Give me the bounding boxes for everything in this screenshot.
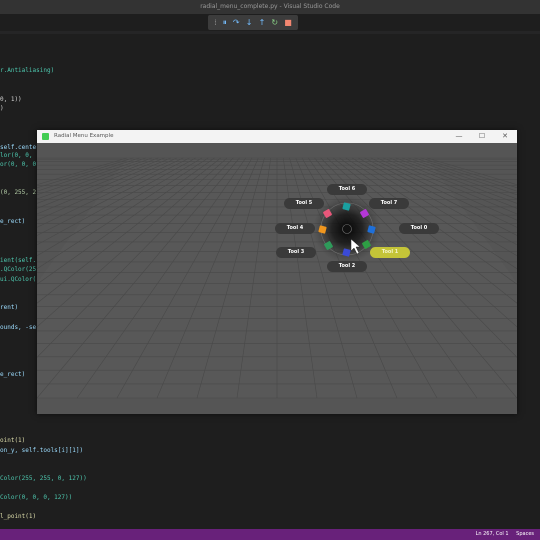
app-title-bar: Radial Menu Example — ☐ ✕ — [37, 130, 517, 143]
tool-4-button[interactable]: Tool 4 — [275, 223, 315, 234]
code-line: Color(255, 255, 0, 127)) — [0, 475, 87, 482]
app-window-title: Radial Menu Example — [54, 133, 114, 139]
code-line: oint(1) — [0, 437, 26, 444]
3d-viewport[interactable]: Tool 0 Tool 1 Tool 2 Tool 3 Tool 4 Tool 5 Tool… — [37, 143, 517, 414]
maximize-button[interactable]: ☐ — [472, 130, 492, 143]
radial-menu-window: Radial Menu Example — ☐ ✕ Tool 0 Tool 1 To… — [37, 130, 517, 414]
tool-3-button[interactable]: Tool 3 — [276, 247, 316, 258]
tool-7-button[interactable]: Tool 7 — [369, 198, 409, 209]
code-line: 0, 1)) — [0, 96, 22, 103]
tool-6-button[interactable]: Tool 6 — [327, 184, 367, 195]
grid-floor — [37, 143, 517, 414]
tool-1-button[interactable]: Tool 1 — [370, 247, 410, 258]
step-out-icon[interactable]: ↑ — [259, 18, 266, 27]
close-button[interactable]: ✕ — [495, 130, 515, 143]
indentation-setting[interactable]: Spaces — [516, 531, 534, 537]
code-line: e_rect) — [0, 218, 26, 225]
debug-toolbar: ⁞ ⏸ ↷ ↓ ↑ ↻ ■ — [208, 15, 298, 30]
title-bar: radial_menu_complete.py - Visual Studio … — [0, 0, 540, 14]
pause-icon[interactable]: ⏸ — [223, 18, 227, 27]
code-line: lor(0, 0, — [0, 152, 33, 159]
cursor-position[interactable]: Ln 267, Col 1 — [476, 531, 509, 537]
tool-2-button[interactable]: Tool 2 — [327, 261, 367, 272]
step-into-icon[interactable]: ↓ — [246, 18, 253, 27]
step-over-icon[interactable]: ↷ — [233, 18, 240, 27]
stop-icon[interactable]: ■ — [284, 18, 292, 27]
code-line: (0, 255, 2 — [0, 189, 37, 196]
code-line: or(0, 0, 0 — [0, 161, 37, 168]
code-line: Color(0, 0, 0, 127)) — [0, 494, 73, 501]
code-line: ounds, -se — [0, 324, 37, 331]
code-line: r.Antialiasing) — [0, 67, 55, 74]
window-title: radial_menu_complete.py - Visual Studio … — [200, 3, 340, 10]
grip-icon: ⁞ — [214, 17, 217, 27]
code-line: self.cente — [0, 144, 37, 151]
status-bar: Ln 267, Col 1 Spaces — [0, 529, 540, 540]
restart-icon[interactable]: ↻ — [271, 18, 278, 27]
code-line: on_y, self.tools[i][1]) — [0, 447, 84, 454]
code-line: e_rect) — [0, 371, 26, 378]
code-line: rent) — [0, 304, 19, 311]
code-line: .QColor(25 — [0, 266, 37, 273]
tool-5-button[interactable]: Tool 5 — [284, 198, 324, 209]
code-line: l_point(1) — [0, 513, 37, 520]
radial-menu-center — [342, 224, 352, 234]
minimize-button[interactable]: — — [449, 130, 469, 143]
code-line: ui.QColor( — [0, 276, 37, 283]
tool-0-button[interactable]: Tool 0 — [399, 223, 439, 234]
app-icon — [42, 133, 49, 140]
code-line: ) — [0, 105, 4, 112]
code-line: ient(self. — [0, 257, 37, 264]
